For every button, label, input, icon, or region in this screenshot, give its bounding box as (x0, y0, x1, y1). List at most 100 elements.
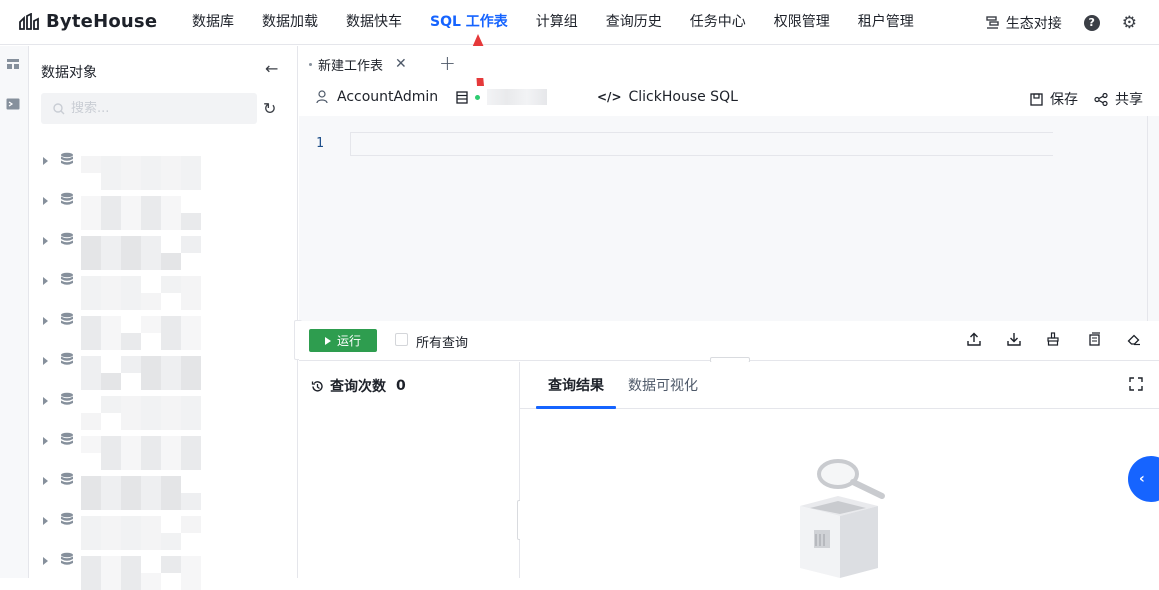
terminal-rail-icon[interactable] (6, 98, 20, 110)
worksheet-tab-bar: 新建工作表 ✕ + (299, 46, 1159, 78)
redacted-database-name (81, 396, 201, 430)
worksheet-toolbar: AccountAdmin </> ClickHouse SQL 保存 共享 (299, 80, 1159, 116)
caret-right-icon[interactable] (43, 557, 48, 565)
caret-right-icon[interactable] (43, 357, 48, 365)
nav-item-compute-group[interactable]: 计算组 (522, 0, 592, 45)
redacted-database-name (81, 476, 201, 510)
upload-icon[interactable] (967, 332, 981, 346)
results-panel: 查询结果 数据可视化 (520, 362, 1159, 578)
copy-icon[interactable] (1087, 332, 1101, 346)
help-circle-icon[interactable]: ? (1083, 14, 1100, 31)
worksheet-tab[interactable]: 新建工作表 ✕ (309, 50, 407, 78)
search-icon (53, 102, 65, 114)
dialect-label: ClickHouse SQL (628, 89, 738, 105)
caret-right-icon[interactable] (43, 317, 48, 325)
tree-row[interactable] (29, 469, 297, 510)
nav-item-tenant[interactable]: 租户管理 (844, 0, 928, 45)
caret-right-icon[interactable] (43, 437, 48, 445)
chevron-left-icon: ‹ (1139, 471, 1145, 487)
current-line-highlight (350, 132, 1053, 156)
results-tab-bar: 查询结果 数据可视化 (520, 362, 1159, 409)
search-input[interactable] (71, 101, 241, 116)
gear-icon[interactable]: ⚙ (1122, 13, 1137, 33)
connector-icon (986, 16, 999, 29)
tree-row[interactable] (29, 189, 297, 230)
save-icon (1030, 92, 1043, 106)
caret-right-icon[interactable] (43, 477, 48, 485)
redacted-database-name (81, 436, 201, 470)
database-icon (61, 272, 73, 285)
top-navbar: ByteHouse 数据库 数据加载 数据快车 SQL 工作表 计算组 查询历史… (0, 0, 1159, 45)
nav-item-database[interactable]: 数据库 (178, 0, 248, 45)
eco-button[interactable]: 生态对接 (985, 13, 1062, 33)
server-icon (456, 90, 468, 104)
sql-editor[interactable]: 1 (299, 116, 1159, 321)
tree-row[interactable] (29, 269, 297, 310)
database-icon (61, 512, 73, 525)
database-icon (61, 312, 73, 325)
database-icon (61, 192, 73, 205)
caret-right-icon[interactable] (43, 157, 48, 165)
redacted-database-name (81, 276, 201, 310)
download-icon[interactable] (1007, 332, 1021, 346)
database-icon (61, 352, 73, 365)
code-icon: </> (597, 90, 622, 104)
tree-row[interactable] (29, 349, 297, 390)
format-brush-icon[interactable] (1046, 332, 1060, 346)
query-count-label: 查询次数 (330, 379, 386, 395)
caret-right-icon[interactable] (43, 197, 48, 205)
eraser-icon[interactable] (1127, 332, 1141, 346)
redacted-database-name (81, 236, 201, 270)
plus-icon[interactable]: + (439, 51, 456, 75)
nav-item-permission[interactable]: 权限管理 (760, 0, 844, 45)
caret-right-icon[interactable] (43, 237, 48, 245)
nav-item-data-express[interactable]: 数据快车 (332, 0, 416, 45)
database-icon (61, 432, 73, 445)
tree-row[interactable] (29, 509, 297, 550)
left-rail (0, 46, 29, 578)
redacted-compute-group (487, 89, 547, 105)
database-icon (61, 472, 73, 485)
caret-right-icon[interactable] (43, 397, 48, 405)
user-selector[interactable]: AccountAdmin (316, 89, 438, 105)
empty-state-illustration (800, 459, 885, 578)
editor-scrollbar[interactable] (1147, 116, 1159, 321)
tree-row[interactable] (29, 549, 297, 590)
tree-row[interactable] (29, 149, 297, 190)
worksheet-tab-label: 新建工作表 (318, 58, 384, 74)
play-icon (324, 336, 331, 345)
save-button[interactable]: 保存 (1030, 89, 1078, 109)
redacted-database-name (81, 316, 201, 350)
database-icon (61, 232, 73, 245)
caret-right-icon[interactable] (43, 517, 48, 525)
refresh-icon[interactable]: ↻ (263, 99, 276, 118)
nav-item-query-history[interactable]: 查询历史 (592, 0, 676, 45)
tree-row[interactable] (29, 389, 297, 430)
search-box[interactable] (41, 93, 257, 124)
brand-logo[interactable]: ByteHouse (18, 11, 157, 32)
caret-right-icon[interactable] (43, 277, 48, 285)
dialect-selector[interactable]: </> ClickHouse SQL (597, 89, 738, 105)
data-object-panel: 数据对象 ← ↻ (29, 46, 298, 590)
compute-group-selector[interactable] (456, 89, 547, 105)
all-queries-label: 所有查询 (416, 336, 469, 351)
tab-query-results[interactable]: 查询结果 (548, 375, 604, 395)
tree-row[interactable] (29, 309, 297, 350)
tree-row[interactable] (29, 229, 297, 270)
nav-item-data-loading[interactable]: 数据加载 (248, 0, 332, 45)
tab-data-visualization[interactable]: 数据可视化 (628, 375, 698, 395)
redacted-database-name (81, 516, 201, 550)
query-count: 查询次数 0 (311, 376, 406, 396)
redacted-database-name (81, 356, 201, 390)
database-icon (61, 152, 73, 165)
share-button[interactable]: 共享 (1094, 89, 1143, 109)
line-number: 1 (316, 136, 324, 151)
all-queries-checkbox[interactable] (395, 333, 408, 346)
nav-item-task-center[interactable]: 任务中心 (676, 0, 760, 45)
database-rail-icon[interactable] (6, 58, 20, 70)
fullscreen-icon[interactable] (1129, 377, 1143, 391)
close-icon[interactable]: ✕ (395, 56, 407, 72)
collapse-arrow-icon[interactable]: ← (265, 59, 278, 78)
tree-row[interactable] (29, 429, 297, 470)
run-button[interactable]: 运行 (309, 329, 377, 352)
